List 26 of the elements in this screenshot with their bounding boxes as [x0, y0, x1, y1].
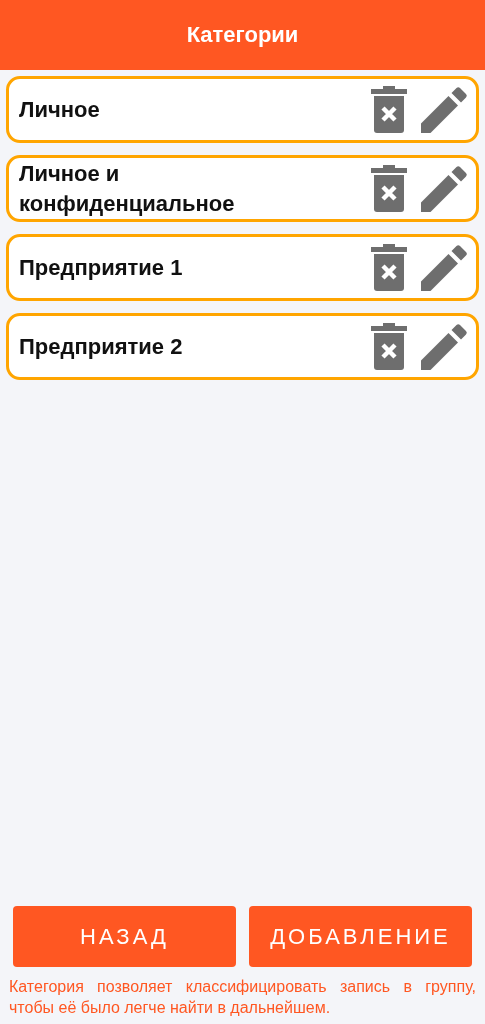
edit-button[interactable]: [421, 165, 468, 212]
category-card[interactable]: Личное и конфиденциальное: [6, 155, 479, 222]
category-name: Предприятие 1: [19, 253, 183, 282]
edit-button[interactable]: [421, 323, 468, 370]
category-card[interactable]: Предприятие 2: [6, 313, 479, 380]
category-name: Предприятие 2: [19, 332, 183, 361]
trash-icon: [371, 86, 407, 133]
category-name: Личное и конфиденциальное: [19, 159, 236, 218]
hint-text: Категория позволяет классифицировать запись в группу, чтобы её было легче найти в дальнейшем.: [9, 977, 476, 1018]
pencil-icon: [421, 323, 468, 370]
delete-button[interactable]: [371, 323, 407, 370]
page-title: Категории: [186, 22, 299, 48]
trash-icon: [371, 323, 407, 370]
category-name: Личное: [19, 95, 100, 124]
pencil-icon: [421, 244, 468, 291]
delete-button[interactable]: [371, 244, 407, 291]
pencil-icon: [421, 86, 468, 133]
trash-icon: [371, 244, 407, 291]
category-card[interactable]: Предприятие 1: [6, 234, 479, 301]
pencil-icon: [421, 165, 468, 212]
category-card[interactable]: Личное: [6, 76, 479, 143]
edit-button[interactable]: [421, 86, 468, 133]
delete-button[interactable]: [371, 165, 407, 212]
edit-button[interactable]: [421, 244, 468, 291]
delete-button[interactable]: [371, 86, 407, 133]
trash-icon: [371, 165, 407, 212]
